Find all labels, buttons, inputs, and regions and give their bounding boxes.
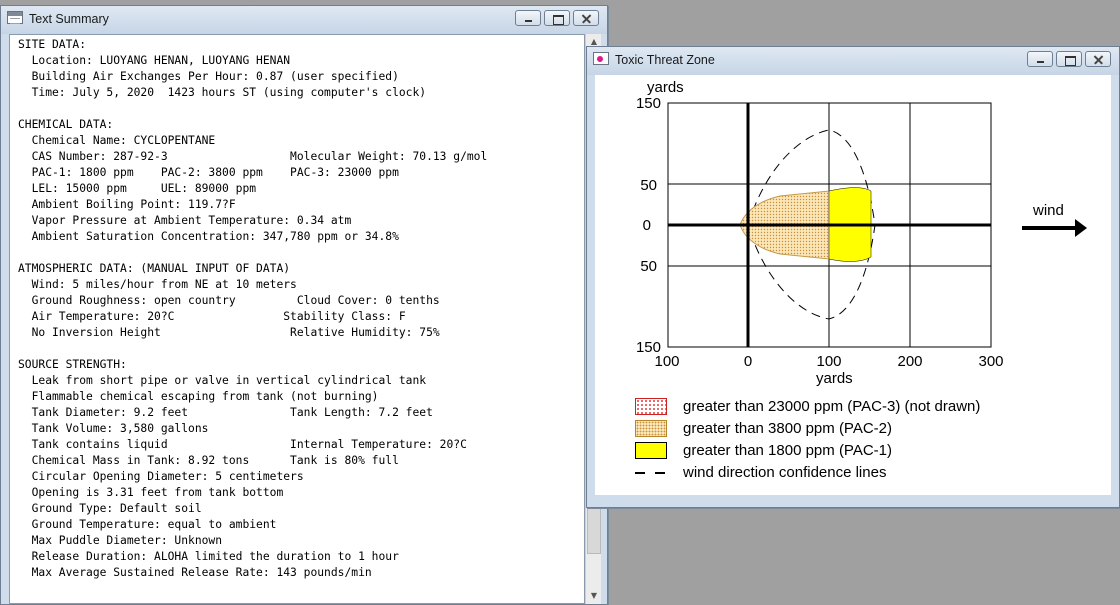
legend-label: greater than 23000 ppm (PAC-3) (not draw… xyxy=(683,398,981,415)
summary-line: ATMOSPHERIC DATA: (MANUAL INPUT OF DATA) xyxy=(18,262,291,275)
summary-line: SITE DATA: xyxy=(18,38,87,51)
summary-line: PAC-1: 1800 ppm PAC-2: 3800 ppm PAC-3: 2… xyxy=(18,166,399,179)
maximize-button[interactable] xyxy=(1056,51,1082,67)
summary-line xyxy=(18,245,584,261)
threat-zone-plot-area: yards 150 50 0 50 150 100 0 100 200 300 … xyxy=(595,75,1111,495)
legend-label: greater than 1800 ppm (PAC-1) xyxy=(683,442,892,459)
summary-line: Location: LUOYANG HENAN, LUOYANG HENAN xyxy=(18,54,291,67)
scroll-down-arrow-icon[interactable]: ▼ xyxy=(586,588,602,604)
summary-line: CAS Number: 287-92-3 Molecular Weight: 7… xyxy=(18,150,488,163)
summary-line: Release Duration: ALOHA limited the dura… xyxy=(18,550,399,563)
summary-line: Vapor Pressure at Ambient Temperature: 0… xyxy=(18,214,352,227)
summary-line: Ambient Boiling Point: 119.7?F xyxy=(18,198,236,211)
threat-zone-titlebar[interactable]: Toxic Threat Zone xyxy=(587,47,1119,75)
summary-line: Opening is 3.31 feet from tank bottom xyxy=(18,486,284,499)
summary-line: Ground Roughness: open country Cloud Cov… xyxy=(18,294,440,307)
y-tick-label: 50 xyxy=(640,258,657,275)
y-tick-label: 0 xyxy=(642,217,651,234)
summary-line: Ambient Saturation Concentration: 347,78… xyxy=(18,230,399,243)
summary-line: Ground Type: Default soil xyxy=(18,502,202,515)
summary-line: Chemical Mass in Tank: 8.92 tons Tank is… xyxy=(18,454,399,467)
minimize-button[interactable] xyxy=(515,10,541,26)
dashed-line-icon xyxy=(635,472,667,474)
y-tick-label: 50 xyxy=(640,177,657,194)
summary-line: Max Average Sustained Release Rate: 143 … xyxy=(18,566,372,579)
pac1-swatch-icon xyxy=(635,442,667,459)
text-summary-content[interactable]: SITE DATA: Location: LUOYANG HENAN, LUOY… xyxy=(9,34,585,604)
close-button[interactable] xyxy=(573,10,599,26)
x-tick-label: 100 xyxy=(654,353,680,370)
summary-line: Wind: 5 miles/hour from NE at 10 meters xyxy=(18,278,297,291)
summary-line xyxy=(18,101,584,117)
wind-label: wind xyxy=(1033,202,1064,219)
summary-line: Leak from short pipe or valve in vertica… xyxy=(18,374,427,387)
y-tick-label: 150 xyxy=(635,95,661,112)
y-axis-label: yards xyxy=(647,79,684,96)
summary-line: No Inversion Height Relative Humidity: 7… xyxy=(18,326,440,339)
summary-line: Tank Volume: 3,580 gallons xyxy=(18,422,209,435)
text-document-icon xyxy=(7,11,23,24)
summary-line: Chemical Name: CYCLOPENTANE xyxy=(18,134,216,147)
x-tick-label: 200 xyxy=(897,353,923,370)
summary-line: SOURCE STRENGTH: xyxy=(18,358,127,371)
summary-line: Flammable chemical escaping from tank (n… xyxy=(18,390,379,403)
summary-line xyxy=(18,341,584,357)
summary-line: Tank Diameter: 9.2 feet Tank Length: 7.2… xyxy=(18,406,433,419)
text-summary-title: Text Summary xyxy=(29,12,109,26)
threat-zone-window[interactable]: Toxic Threat Zone yards 150 50 0 50 150 … xyxy=(586,46,1120,508)
text-summary-titlebar[interactable]: Text Summary xyxy=(1,6,607,34)
minimize-button[interactable] xyxy=(1027,51,1053,67)
close-button[interactable] xyxy=(1085,51,1111,67)
summary-line: Air Temperature: 20?C Stability Class: F xyxy=(18,310,406,323)
summary-line: Ground Temperature: equal to ambient xyxy=(18,518,277,531)
summary-line: Building Air Exchanges Per Hour: 0.87 (u… xyxy=(18,70,399,83)
summary-line: Max Puddle Diameter: Unknown xyxy=(18,534,223,547)
threat-zone-title: Toxic Threat Zone xyxy=(615,53,715,67)
summary-line: Tank contains liquid Internal Temperatur… xyxy=(18,438,467,451)
x-tick-label: 100 xyxy=(816,353,842,370)
summary-line: CHEMICAL DATA: xyxy=(18,118,114,131)
wind-arrow-head xyxy=(1075,219,1087,237)
pac3-swatch-icon xyxy=(635,398,667,415)
x-axis-label: yards xyxy=(816,370,853,387)
legend-label: wind direction confidence lines xyxy=(683,464,887,481)
text-summary-window[interactable]: Text Summary SITE DATA: Location: LUOYAN… xyxy=(0,5,608,605)
x-tick-label: 0 xyxy=(743,353,753,370)
summary-line: Circular Opening Diameter: 5 centimeters xyxy=(18,470,304,483)
toxic-zone-icon xyxy=(593,52,609,65)
maximize-button[interactable] xyxy=(544,10,570,26)
pac2-swatch-icon xyxy=(635,420,667,437)
legend-label: greater than 3800 ppm (PAC-2) xyxy=(683,420,892,437)
summary-line: Time: July 5, 2020 1423 hours ST (using … xyxy=(18,86,427,99)
x-tick-label: 300 xyxy=(978,353,1004,370)
summary-line: LEL: 15000 ppm UEL: 89000 ppm xyxy=(18,182,257,195)
